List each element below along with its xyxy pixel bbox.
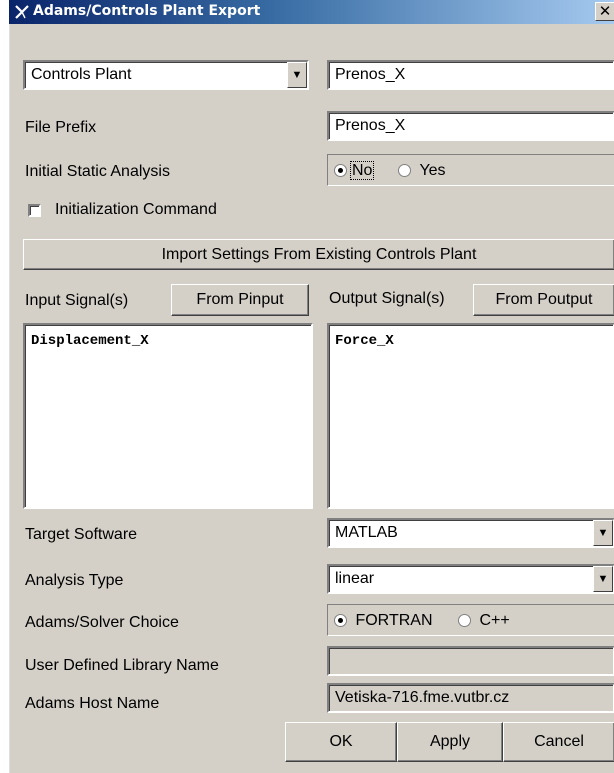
list-item[interactable]: Displacement_X — [31, 333, 149, 349]
analysis-type-value: linear — [335, 570, 375, 587]
host-name-label: Adams Host Name — [25, 695, 160, 712]
input-signals-list[interactable]: Displacement_X — [23, 323, 313, 509]
radio-unselected-icon[interactable] — [398, 164, 411, 178]
file-prefix-label: File Prefix — [25, 119, 97, 136]
title-bar[interactable]: Adams/Controls Plant Export ✕ — [9, 0, 614, 24]
radio-selected-icon[interactable] — [334, 614, 347, 628]
radio-selected-icon[interactable] — [334, 164, 347, 178]
apply-button[interactable]: Apply — [397, 722, 503, 762]
plant-name-field[interactable]: Prenos_X — [327, 60, 614, 90]
radio-no[interactable]: No — [334, 161, 375, 180]
file-prefix-value: Prenos_X — [335, 117, 406, 134]
plant-type-select[interactable]: Controls Plant ▼ — [23, 60, 309, 90]
target-software-label: Target Software — [25, 526, 138, 543]
from-poutput-button[interactable]: From Poutput — [473, 284, 614, 316]
user-library-label: User Defined Library Name — [25, 657, 219, 674]
radio-fortran[interactable]: FORTRAN — [334, 612, 433, 630]
target-software-select[interactable]: MATLAB ▼ — [327, 518, 614, 548]
chevron-down-icon[interactable]: ▼ — [593, 566, 613, 592]
ok-button[interactable]: OK — [285, 722, 397, 762]
analysis-type-select[interactable]: linear ▼ — [327, 564, 614, 594]
window-title: Adams/Controls Plant Export — [33, 3, 261, 19]
list-item[interactable]: Force_X — [335, 333, 394, 349]
output-signals-list[interactable]: Force_X — [327, 323, 614, 509]
initial-static-radio-group: No Yes — [327, 154, 614, 186]
radio-unselected-icon[interactable] — [458, 614, 471, 628]
analysis-type-label: Analysis Type — [25, 572, 124, 589]
solver-choice-radio-group: FORTRAN C++ — [327, 604, 614, 636]
plant-name-value: Prenos_X — [335, 66, 406, 83]
from-pinput-button[interactable]: From Pinput — [171, 284, 309, 316]
output-signals-label: Output Signal(s) — [329, 290, 445, 307]
plant-export-dialog: Adams/Controls Plant Export ✕ Controls P… — [8, 0, 614, 773]
adams-logo-icon — [15, 5, 29, 19]
radio-yes[interactable]: Yes — [398, 162, 446, 180]
import-settings-button[interactable]: Import Settings From Existing Controls P… — [23, 239, 614, 270]
host-name-value: Vetiska-716.fme.vutbr.cz — [335, 689, 510, 706]
radio-cpp[interactable]: C++ — [458, 612, 510, 630]
plant-type-value: Controls Plant — [31, 66, 132, 83]
solver-choice-label: Adams/Solver Choice — [25, 614, 179, 631]
initialization-command-label: Initialization Command — [55, 201, 217, 218]
initialization-command-checkbox[interactable] — [28, 204, 41, 217]
chevron-down-icon[interactable]: ▼ — [287, 62, 307, 88]
user-library-field[interactable] — [327, 646, 614, 676]
file-prefix-field[interactable]: Prenos_X — [327, 111, 614, 141]
close-button[interactable]: ✕ — [595, 2, 614, 21]
host-name-field: Vetiska-716.fme.vutbr.cz — [327, 683, 614, 713]
initial-static-label: Initial Static Analysis — [25, 163, 170, 180]
target-software-value: MATLAB — [335, 524, 398, 541]
chevron-down-icon[interactable]: ▼ — [593, 520, 613, 546]
input-signals-label: Input Signal(s) — [25, 292, 129, 309]
cancel-button[interactable]: Cancel — [503, 722, 614, 762]
